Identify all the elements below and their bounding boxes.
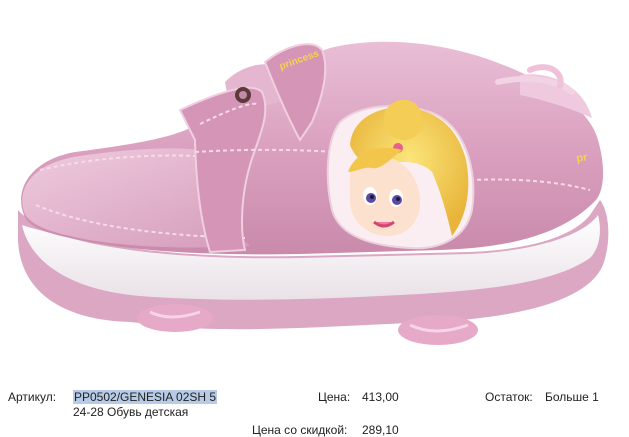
stock-label: Остаток: (485, 390, 533, 404)
price-value: 413,00 (362, 390, 399, 404)
product-photo: princess pr (18, 41, 609, 345)
price-label: Цена: (318, 390, 351, 404)
product-subtitle: 24-28 Обувь детская (73, 405, 189, 419)
stock-value: Больше 1 (545, 390, 599, 404)
article-label: Артикул: (8, 390, 57, 404)
article-value[interactable]: PP0502/GENESIA 02SH 5 (73, 390, 218, 404)
